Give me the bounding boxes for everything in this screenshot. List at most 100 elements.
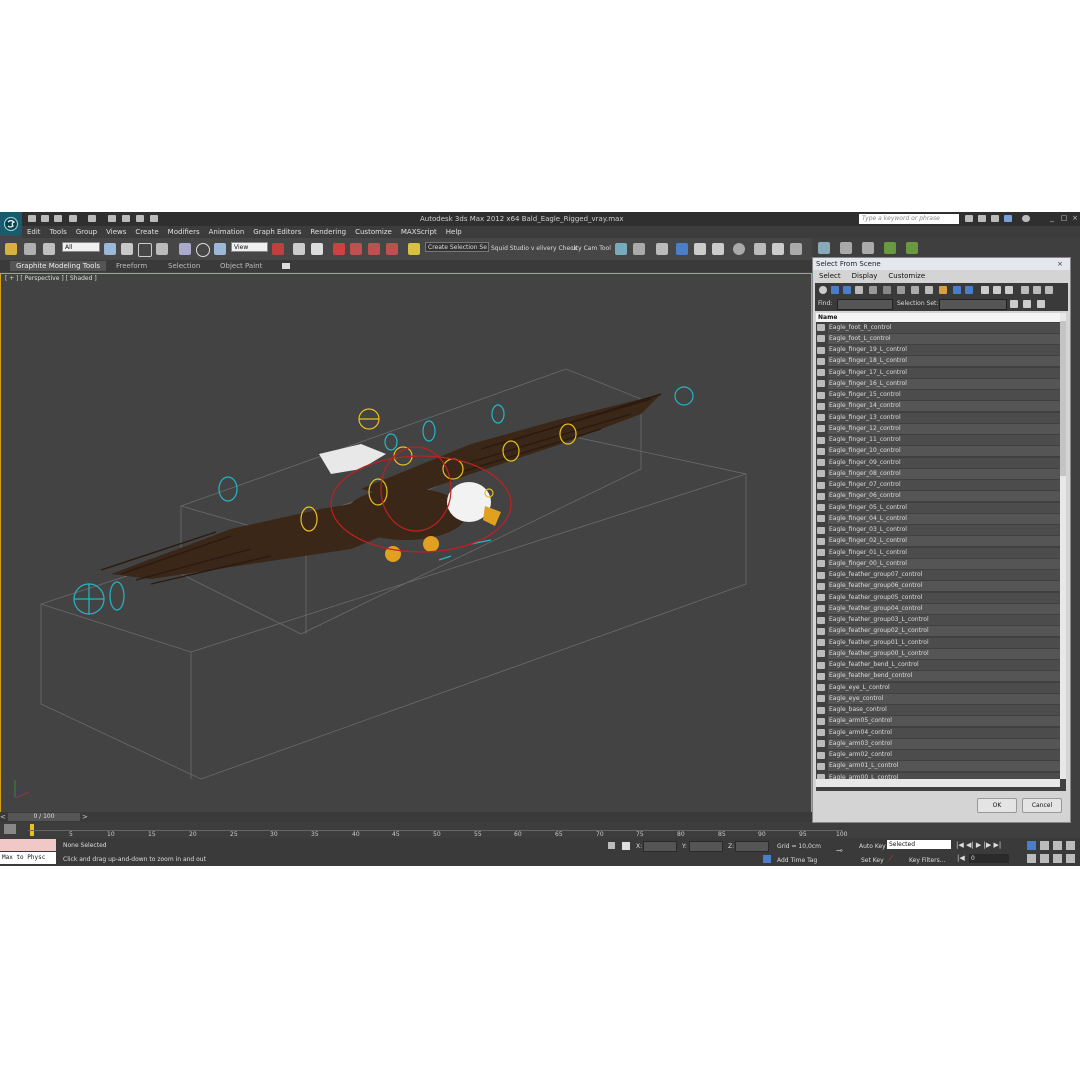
- select-invert-icon[interactable]: [1045, 286, 1053, 294]
- percent-snap-icon[interactable]: [368, 243, 380, 255]
- menu-rendering[interactable]: Rendering: [305, 226, 350, 238]
- absolute-mode-icon[interactable]: [622, 842, 630, 850]
- display-spacewarps-icon[interactable]: [883, 286, 891, 294]
- vertical-scrollbar[interactable]: [1060, 313, 1066, 779]
- select-all-icon[interactable]: [1021, 286, 1029, 294]
- list-item[interactable]: Eagle_finger_01_L_control: [816, 547, 1060, 558]
- mini-curve-editor-icon[interactable]: [4, 824, 16, 834]
- tab-freeform[interactable]: Freeform: [110, 261, 153, 271]
- hold-icon[interactable]: [108, 215, 116, 222]
- list-item[interactable]: Eagle_finger_00_L_control: [816, 558, 1060, 569]
- scene-object-list[interactable]: Name Eagle_foot_R_control Eagle_foot_L_co…: [816, 313, 1066, 791]
- list-item[interactable]: Eagle_arm03_control: [816, 738, 1060, 749]
- display-shapes-icon[interactable]: [831, 286, 839, 294]
- list-item[interactable]: Eagle_foot_R_control: [816, 322, 1060, 333]
- key-mode-dropdown[interactable]: Selected: [887, 840, 951, 849]
- z-coordinate-input[interactable]: [735, 841, 769, 852]
- list-item[interactable]: Eagle_finger_08_control: [816, 468, 1060, 479]
- help-icon[interactable]: [1022, 215, 1030, 222]
- align-icon[interactable]: [633, 243, 645, 255]
- select-link-icon[interactable]: [5, 243, 17, 255]
- key-filter-icon[interactable]: ⟋: [888, 854, 900, 864]
- menu-maxscript[interactable]: MAXScript: [396, 226, 441, 238]
- maxscript-output[interactable]: Max to Physc: [0, 852, 56, 864]
- list-item[interactable]: Eagle_finger_02_L_control: [816, 536, 1060, 547]
- list-item[interactable]: Eagle_feather_group00_L_control: [816, 648, 1060, 659]
- zoom-all-icon[interactable]: [1040, 841, 1049, 850]
- select-manipulate-icon[interactable]: [293, 243, 305, 255]
- display-cameras-icon[interactable]: [855, 286, 863, 294]
- pan-icon[interactable]: [1040, 854, 1049, 863]
- rotate-icon[interactable]: [196, 243, 210, 257]
- maxscript-listener-input[interactable]: [0, 839, 56, 851]
- selection-set-dropdown[interactable]: [939, 299, 1007, 310]
- curve-editor-icon[interactable]: [694, 243, 706, 255]
- list-item[interactable]: Eagle_finger_19_L_control: [816, 345, 1060, 356]
- window-crossing-icon[interactable]: [156, 243, 168, 255]
- move-icon[interactable]: [179, 243, 191, 255]
- zoom-extents-all-icon[interactable]: [1066, 841, 1075, 850]
- display-frozen-icon[interactable]: [953, 286, 961, 294]
- scale-icon[interactable]: [214, 243, 226, 255]
- vertical-scrollbar-thumb[interactable]: [1060, 321, 1066, 476]
- list-item[interactable]: Eagle_finger_03_L_control: [816, 525, 1060, 536]
- list-item[interactable]: Eagle_base_control: [816, 705, 1060, 716]
- binoculars-icon[interactable]: [965, 215, 973, 222]
- redo-icon[interactable]: [88, 215, 96, 222]
- add-time-tag-button[interactable]: Add Time Tag: [777, 857, 817, 864]
- x-coordinate-input[interactable]: [643, 841, 677, 852]
- display-hidden-icon[interactable]: [965, 286, 973, 294]
- list-item[interactable]: Eagle_feather_group05_control: [816, 592, 1060, 603]
- selection-filter-dropdown[interactable]: All: [62, 242, 100, 252]
- graphite-toggle-icon[interactable]: [676, 243, 688, 255]
- time-slider-thumb[interactable]: 0 / 100: [8, 813, 80, 821]
- close-button[interactable]: ×: [1071, 215, 1079, 222]
- render-setup-icon[interactable]: [754, 243, 766, 255]
- time-tag-icon[interactable]: [763, 855, 771, 863]
- reference-coordinate-dropdown[interactable]: View: [231, 242, 268, 252]
- auto-key-button[interactable]: Auto Key: [859, 843, 886, 850]
- menu-help[interactable]: Help: [441, 226, 466, 238]
- playback-controls[interactable]: |◀ ◀| ▶ |▶ ▶|: [956, 841, 1016, 850]
- display-groups-icon[interactable]: [897, 286, 905, 294]
- column-header-name[interactable]: Name: [816, 313, 1060, 322]
- lock-selection-icon[interactable]: [608, 842, 615, 849]
- menu-customize[interactable]: Customize: [350, 226, 396, 238]
- list-item[interactable]: Eagle_feather_group03_L_control: [816, 615, 1060, 626]
- create-panel-icon[interactable]: [818, 242, 830, 254]
- list-item[interactable]: Eagle_feather_bend_control: [816, 671, 1060, 682]
- time-prev-icon[interactable]: <: [0, 813, 6, 821]
- time-slider[interactable]: < 0 / 100 >: [0, 812, 812, 822]
- display-all-icon[interactable]: [981, 286, 989, 294]
- list-item[interactable]: Eagle_finger_16_L_control: [816, 378, 1060, 389]
- new-file-icon[interactable]: [28, 215, 36, 222]
- communication-icon[interactable]: [1004, 215, 1012, 222]
- list-item[interactable]: Eagle_finger_12_control: [816, 423, 1060, 434]
- list-item[interactable]: Eagle_arm01_L_control: [816, 761, 1060, 772]
- dialog-close-icon[interactable]: ×: [1057, 260, 1063, 268]
- rendered-frame-icon[interactable]: [772, 243, 784, 255]
- help-search-input[interactable]: Type a keyword or phrase: [859, 214, 959, 224]
- display-containers-icon[interactable]: [939, 286, 947, 294]
- rectangular-selection-icon[interactable]: [138, 243, 152, 257]
- display-xrefs-icon[interactable]: [911, 286, 919, 294]
- zoom-icon[interactable]: [1027, 841, 1036, 850]
- menu-animation[interactable]: Animation: [204, 226, 249, 238]
- undo-icon[interactable]: [69, 215, 77, 222]
- menu-edit[interactable]: Edit: [22, 226, 45, 238]
- script-toolbar-text[interactable]: Squid Studio v elivery Check: [491, 245, 577, 252]
- list-item[interactable]: Eagle_finger_15_control: [816, 390, 1060, 401]
- display-invert-icon[interactable]: [1005, 286, 1013, 294]
- window-icon[interactable]: [150, 215, 158, 222]
- list-item[interactable]: Eagle_feather_group04_control: [816, 603, 1060, 614]
- display-none-icon[interactable]: [993, 286, 1001, 294]
- set-key-icon[interactable]: ⊸: [836, 846, 850, 856]
- options-icon[interactable]: [1037, 300, 1045, 308]
- display-bones-icon[interactable]: [925, 286, 933, 294]
- list-item[interactable]: Eagle_finger_13_control: [816, 412, 1060, 423]
- set-key-button[interactable]: Set Key: [861, 857, 884, 864]
- find-input[interactable]: [837, 299, 893, 310]
- list-item[interactable]: Eagle_feather_group06_control: [816, 581, 1060, 592]
- render-teapot-icon[interactable]: [790, 243, 802, 255]
- menu-modifiers[interactable]: Modifiers: [163, 226, 204, 238]
